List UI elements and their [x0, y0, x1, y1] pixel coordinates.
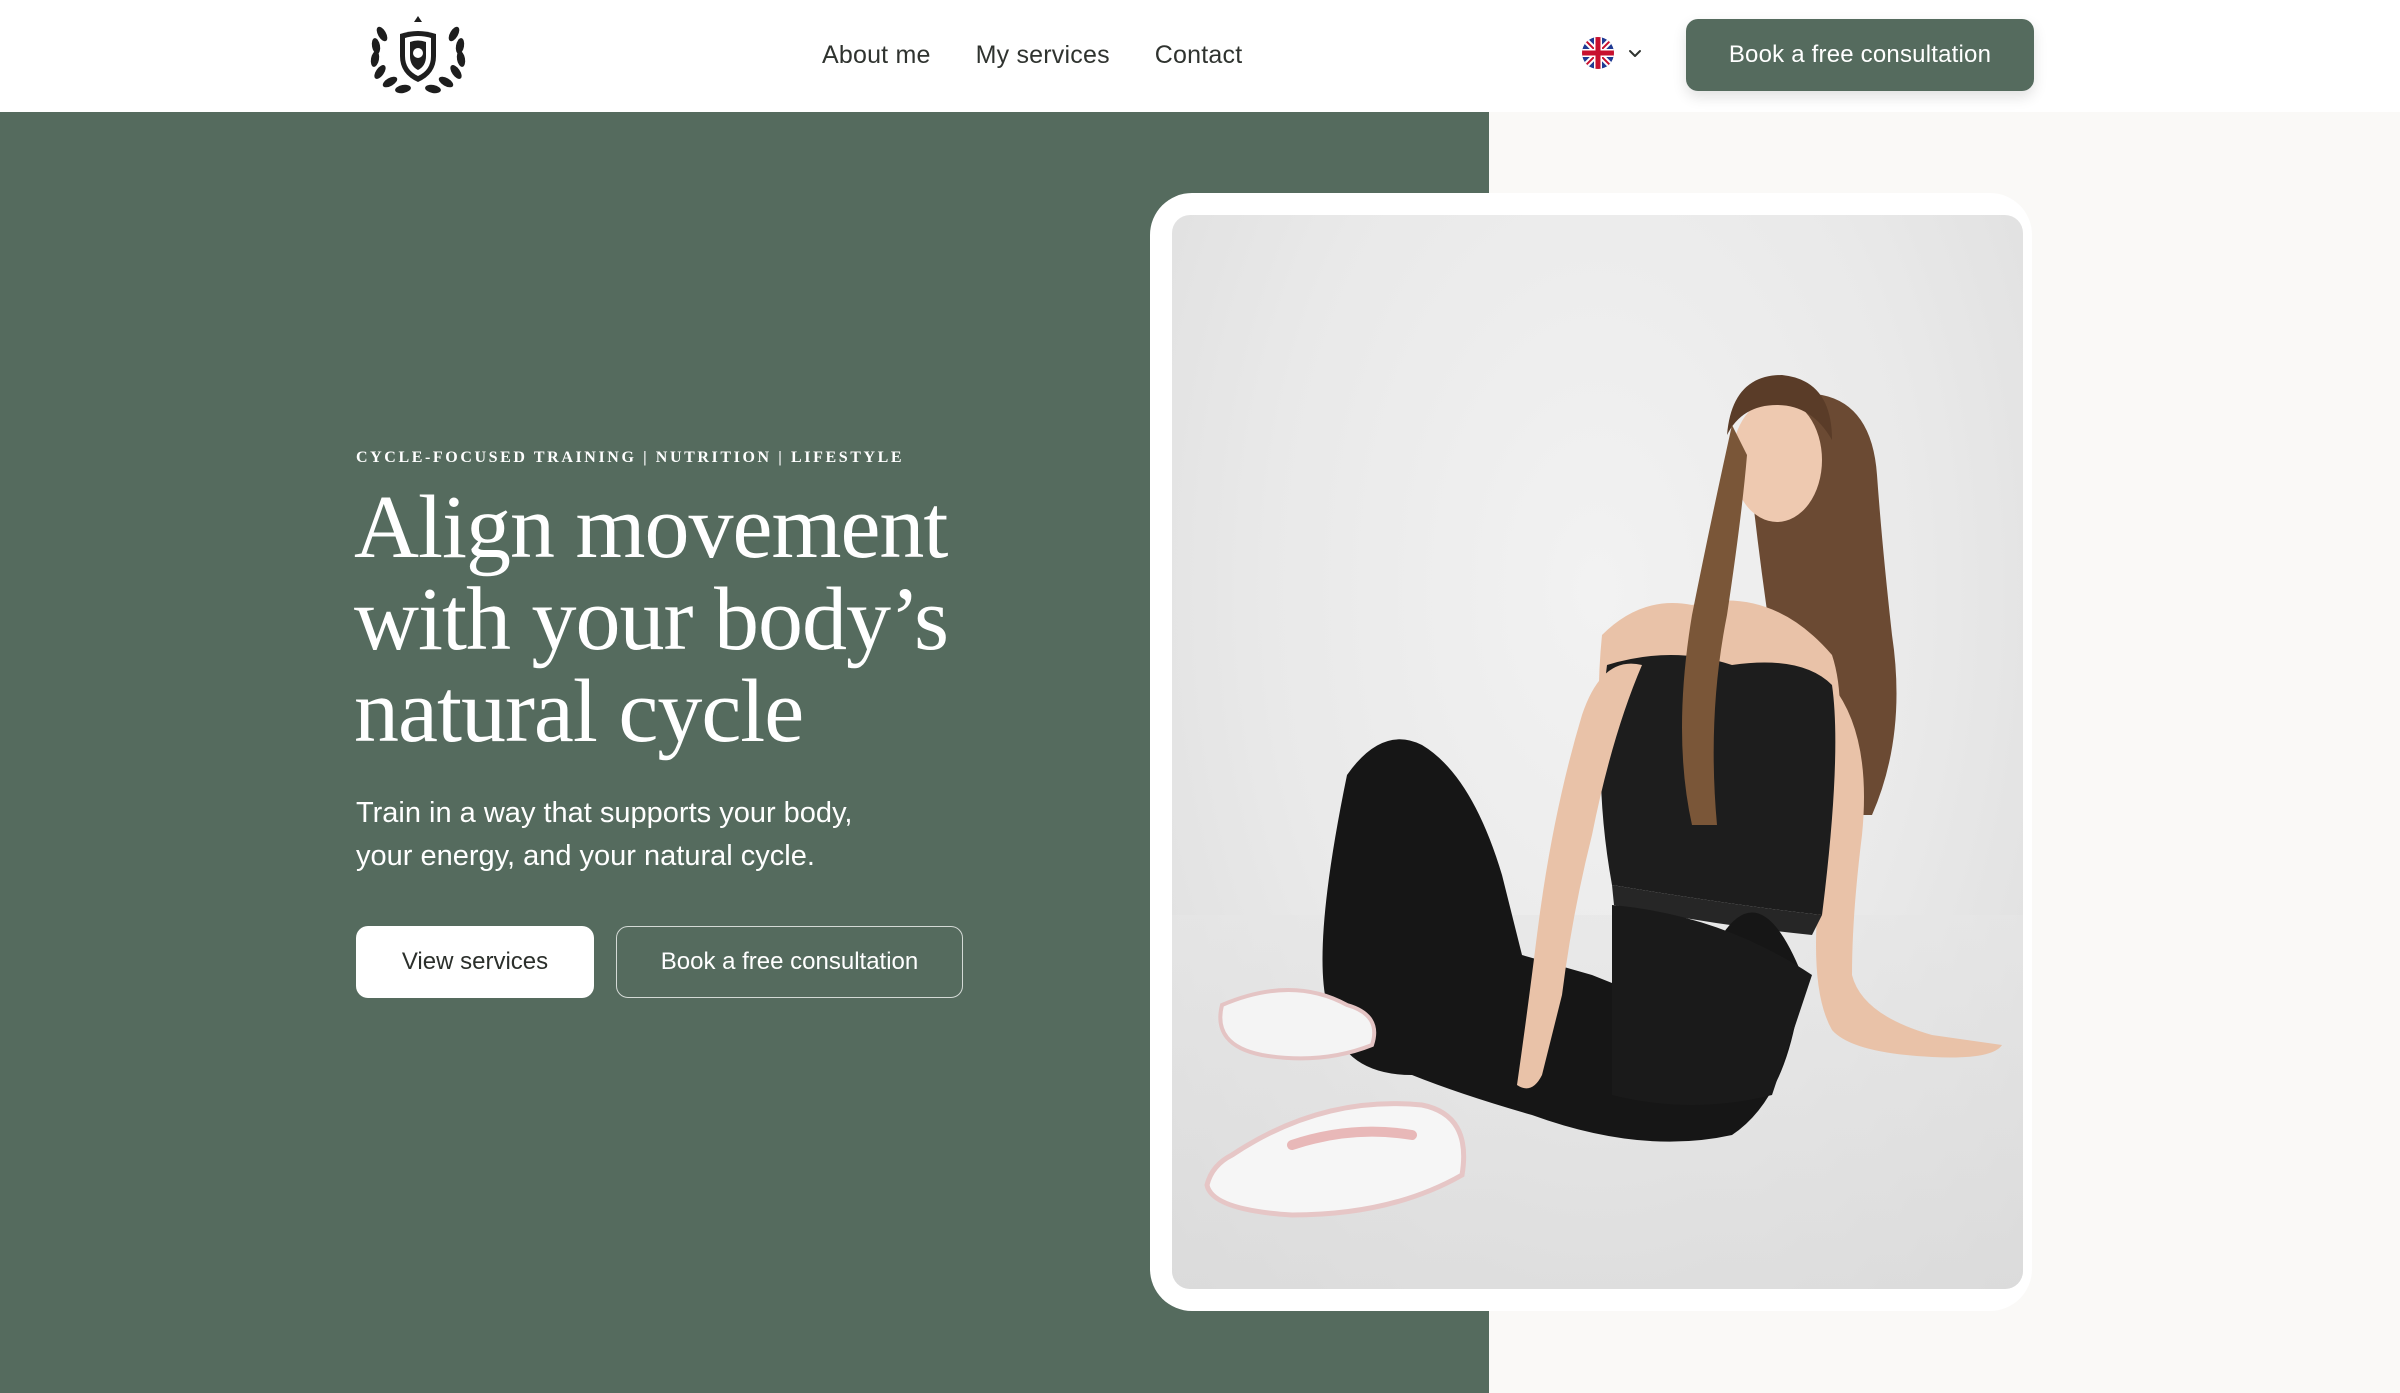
- nav-my-services[interactable]: My services: [976, 38, 1110, 72]
- nav-about-me[interactable]: About me: [822, 38, 931, 72]
- book-consultation-header-button[interactable]: Book a free consultation: [1686, 19, 2034, 91]
- book-consultation-button[interactable]: Book a free consultation: [616, 926, 963, 998]
- hero-headline: Align movement with your body’s natural …: [354, 482, 994, 758]
- uk-flag-icon: [1582, 37, 1614, 69]
- hero-subtext: Train in a way that supports your body, …: [356, 792, 916, 878]
- headline-line: with your body’s: [354, 570, 949, 669]
- laurel-shield-logo[interactable]: [364, 12, 472, 98]
- headline-line: Align movement: [354, 478, 948, 577]
- language-selector[interactable]: [1582, 37, 1644, 69]
- chevron-down-icon: [1626, 44, 1644, 62]
- hero-eyebrow: CYCLE-FOCUSED TRAINING | NUTRITION | LIF…: [356, 449, 905, 466]
- logo-icon: [370, 16, 466, 94]
- subtext-line: your energy, and your natural cycle.: [356, 840, 815, 872]
- headline-line: natural cycle: [354, 662, 804, 761]
- main-nav: About me My services Contact: [822, 38, 1242, 72]
- nav-contact[interactable]: Contact: [1155, 38, 1243, 72]
- portrait-illustration: [1172, 375, 2023, 1289]
- hero-photo: [1172, 215, 2023, 1289]
- site-header: About me My services Contact Book a free…: [0, 0, 2400, 112]
- view-services-button[interactable]: View services: [356, 926, 594, 998]
- subtext-line: Train in a way that supports your body,: [356, 797, 853, 829]
